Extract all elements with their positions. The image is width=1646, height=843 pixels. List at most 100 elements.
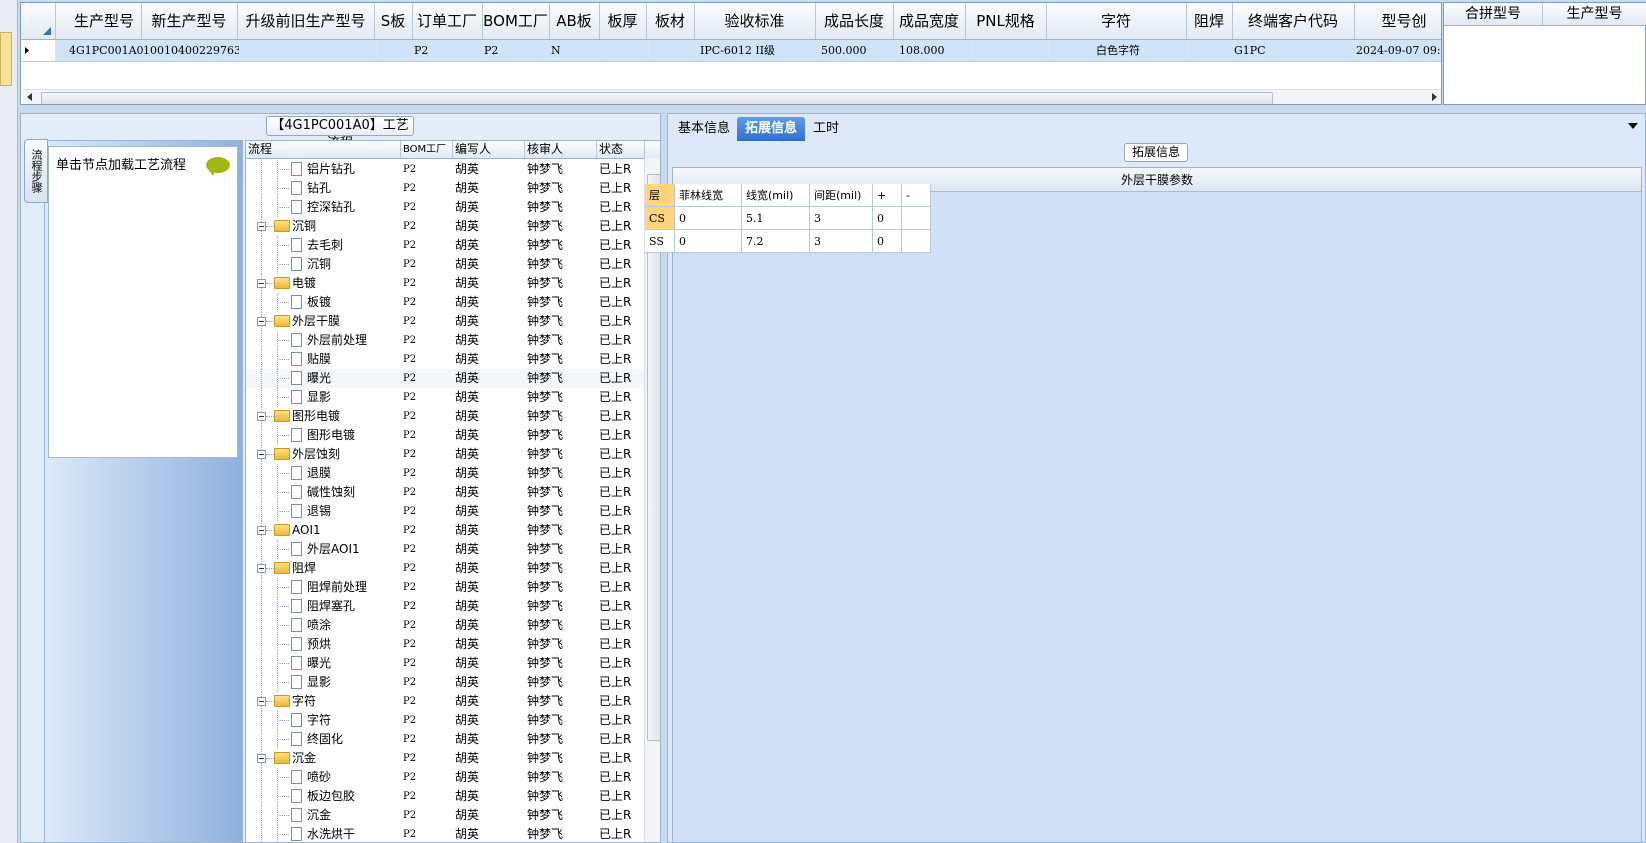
column-header[interactable]: 成品长度 xyxy=(815,3,894,39)
param-cell[interactable]: 3 xyxy=(810,230,873,253)
merge-model-grid[interactable]: 合拼型号 生产型号 xyxy=(1443,2,1646,105)
horizontal-scrollbar[interactable] xyxy=(23,89,1441,104)
param-cell[interactable] xyxy=(902,207,931,230)
column-header[interactable]: 板厚 xyxy=(599,3,647,39)
tree-column-header[interactable]: BOM工厂 xyxy=(401,141,453,158)
tab-work-hours[interactable]: 工时 xyxy=(805,117,847,141)
tree-row[interactable]: 沉铜 P2 胡英 钟梦飞 已上R xyxy=(246,255,644,274)
param-cell[interactable]: 0 xyxy=(873,230,902,253)
tree-row[interactable]: 控深钻孔 P2 胡英 钟梦飞 已上R xyxy=(246,198,644,217)
table-row[interactable]: 4G1PC001A0 10010400229763 P2 P2 N IPC-6012 II… xyxy=(21,40,1441,62)
tree-row[interactable]: 外层AOI1 P2 胡英 钟梦飞 已上R xyxy=(246,540,644,559)
tree-row[interactable]: 阻焊 P2 胡英 钟梦飞 已上R xyxy=(246,559,644,578)
column-header[interactable]: 阻焊 xyxy=(1186,3,1233,39)
tree-row[interactable]: 预烘 P2 胡英 钟梦飞 已上R xyxy=(246,635,644,654)
column-header[interactable]: BOM工厂 xyxy=(482,3,550,39)
column-header[interactable]: AB板 xyxy=(549,3,600,39)
collapse-toggle-icon[interactable] xyxy=(257,412,266,421)
tree-row[interactable]: 喷砂 P2 胡英 钟梦飞 已上R xyxy=(246,768,644,787)
process-tree-grid[interactable]: 流程 BOM工厂 编写人 核审人 状态 铝片钻孔 P2 胡英 钟梦飞 已上R 钻孔 P2 胡英 钟梦飞已… xyxy=(245,140,661,843)
table-cell[interactable]: P2 xyxy=(412,40,485,61)
table-cell[interactable]: 10010400229763 xyxy=(141,40,240,61)
collapse-toggle-icon[interactable] xyxy=(257,222,266,231)
tree-row[interactable]: 铝片钻孔 P2 胡英 钟梦飞 已上R xyxy=(246,160,644,179)
table-cell[interactable]: G1PC xyxy=(1232,40,1357,61)
table-cell[interactable]: 108.000 xyxy=(893,40,972,61)
tree-row[interactable]: 沉铜 P2 胡英 钟梦飞 已上R xyxy=(246,217,644,236)
table-cell[interactable]: 500.000 xyxy=(815,40,900,61)
param-column-header[interactable]: 线宽(mil) xyxy=(742,184,810,207)
column-header[interactable]: 字符 xyxy=(1046,3,1187,39)
tree-row[interactable]: 碱性蚀刻 P2 胡英 钟梦飞 已上R xyxy=(246,483,644,502)
param-column-header[interactable]: 菲林线宽 xyxy=(675,184,742,207)
collapse-toggle-icon[interactable] xyxy=(257,754,266,763)
production-model-grid[interactable]: 生产型号 新生产型号 升级前旧生产型号 S板 订单工厂 BOM工厂 AB板 板厚 板材 验收标准成… xyxy=(20,2,1442,105)
collapse-toggle-icon[interactable] xyxy=(257,526,266,535)
table-cell[interactable]: 白色字符 xyxy=(1046,40,1189,61)
layer-cell[interactable]: CS xyxy=(645,207,675,230)
table-cell[interactable] xyxy=(1186,40,1235,61)
column-header[interactable]: 板材 xyxy=(646,3,695,39)
param-cell[interactable]: 0 xyxy=(873,207,902,230)
tree-row[interactable]: 图形电镀 P2 胡英 钟梦飞 已上R xyxy=(246,407,644,426)
vertical-scrollbar[interactable] xyxy=(644,158,660,842)
tree-row[interactable]: 字符 P2 胡英 钟梦飞 已上R xyxy=(246,692,644,711)
table-cell[interactable] xyxy=(599,40,649,61)
tree-row[interactable]: 贴膜 P2 胡英 钟梦飞 已上R xyxy=(246,350,644,369)
column-header[interactable]: 生产型号 xyxy=(67,3,142,39)
tree-row[interactable]: 显影 P2 胡英 钟梦飞 已上R xyxy=(246,673,644,692)
collapse-toggle-icon[interactable] xyxy=(257,564,266,573)
table-cell[interactable]: 2024-09-07 09:30 xyxy=(1354,40,1441,61)
table-cell[interactable] xyxy=(374,40,415,61)
param-column-header[interactable]: + xyxy=(873,184,902,207)
tree-row[interactable]: 板边包胶 P2 胡英 钟梦飞 已上R xyxy=(246,787,644,806)
tree-column-header[interactable]: 核审人 xyxy=(525,141,597,158)
param-column-header[interactable]: 层 xyxy=(645,184,675,207)
layer-cell[interactable]: SS xyxy=(645,230,675,253)
tab-process-steps[interactable]: 流程步骤 xyxy=(24,139,48,203)
param-cell[interactable] xyxy=(902,230,931,253)
column-header[interactable]: 升级前旧生产型号 xyxy=(237,3,375,39)
collapse-toggle-icon[interactable] xyxy=(257,317,266,326)
tree-row[interactable]: 沉金 P2 胡英 钟梦飞 已上R xyxy=(246,806,644,825)
tree-row[interactable]: 曝光 P2 胡英 钟梦飞 已上R xyxy=(246,369,644,388)
tab-extended-info[interactable]: 拓展信息 xyxy=(737,117,806,141)
collapse-toggle-icon[interactable] xyxy=(257,697,266,706)
column-header[interactable]: 生产型号 xyxy=(1542,3,1646,25)
column-header[interactable]: 验收标准 xyxy=(694,3,816,39)
table-cell[interactable]: N xyxy=(549,40,602,61)
tree-column-header[interactable]: 状态 xyxy=(597,141,645,158)
column-header[interactable]: 成品宽度 xyxy=(893,3,966,39)
tab-basic-info[interactable]: 基本信息 xyxy=(670,117,738,141)
tree-row[interactable]: 字符 P2 胡英 钟梦飞 已上R xyxy=(246,711,644,730)
table-cell[interactable]: IPC-6012 II级 xyxy=(694,40,822,61)
column-header[interactable]: PNL规格 xyxy=(965,3,1047,39)
param-column-header[interactable]: - xyxy=(902,184,931,207)
column-header[interactable]: 型号创 xyxy=(1354,3,1441,39)
tree-row[interactable]: 外层前处理 P2 胡英 钟梦飞 已上R xyxy=(246,331,644,350)
param-cell[interactable]: 0 xyxy=(675,230,742,253)
tree-row[interactable]: 去毛刺 P2 胡英 钟梦飞 已上R xyxy=(246,236,644,255)
tree-row[interactable]: 外层蚀刻 P2 胡英 钟梦飞 已上R xyxy=(246,445,644,464)
tree-column-header[interactable]: 编写人 xyxy=(453,141,525,158)
collapse-toggle-icon[interactable] xyxy=(257,450,266,459)
column-header[interactable]: 新生产型号 xyxy=(141,3,238,39)
tree-row[interactable]: 板镀 P2 胡英 钟梦飞 已上R xyxy=(246,293,644,312)
param-cell[interactable]: 0 xyxy=(675,207,742,230)
tree-row[interactable]: 退膜 P2 胡英 钟梦飞 已上R xyxy=(246,464,644,483)
column-header[interactable]: 终端客户代码 xyxy=(1232,3,1355,39)
tree-row[interactable]: 沉金 P2 胡英 钟梦飞 已上R xyxy=(246,749,644,768)
tree-row[interactable]: 喷涂 P2 胡英 钟梦飞 已上R xyxy=(246,616,644,635)
column-header[interactable]: 订单工厂 xyxy=(412,3,483,39)
tree-row[interactable]: 水洗烘干 P2 胡英 钟梦飞 已上R xyxy=(246,825,644,842)
chevron-down-icon[interactable] xyxy=(1628,123,1638,129)
table-cell[interactable]: P2 xyxy=(482,40,552,61)
arrow-left-icon[interactable] xyxy=(27,93,32,101)
table-cell[interactable] xyxy=(646,40,697,61)
grid-corner[interactable] xyxy=(21,3,56,39)
param-cell[interactable]: 3 xyxy=(810,207,873,230)
tree-row[interactable]: 显影 P2 胡英 钟梦飞 已上R xyxy=(246,388,644,407)
row-indicator-icon[interactable] xyxy=(21,40,56,61)
column-header[interactable]: S板 xyxy=(374,3,413,39)
table-cell[interactable] xyxy=(237,40,377,61)
